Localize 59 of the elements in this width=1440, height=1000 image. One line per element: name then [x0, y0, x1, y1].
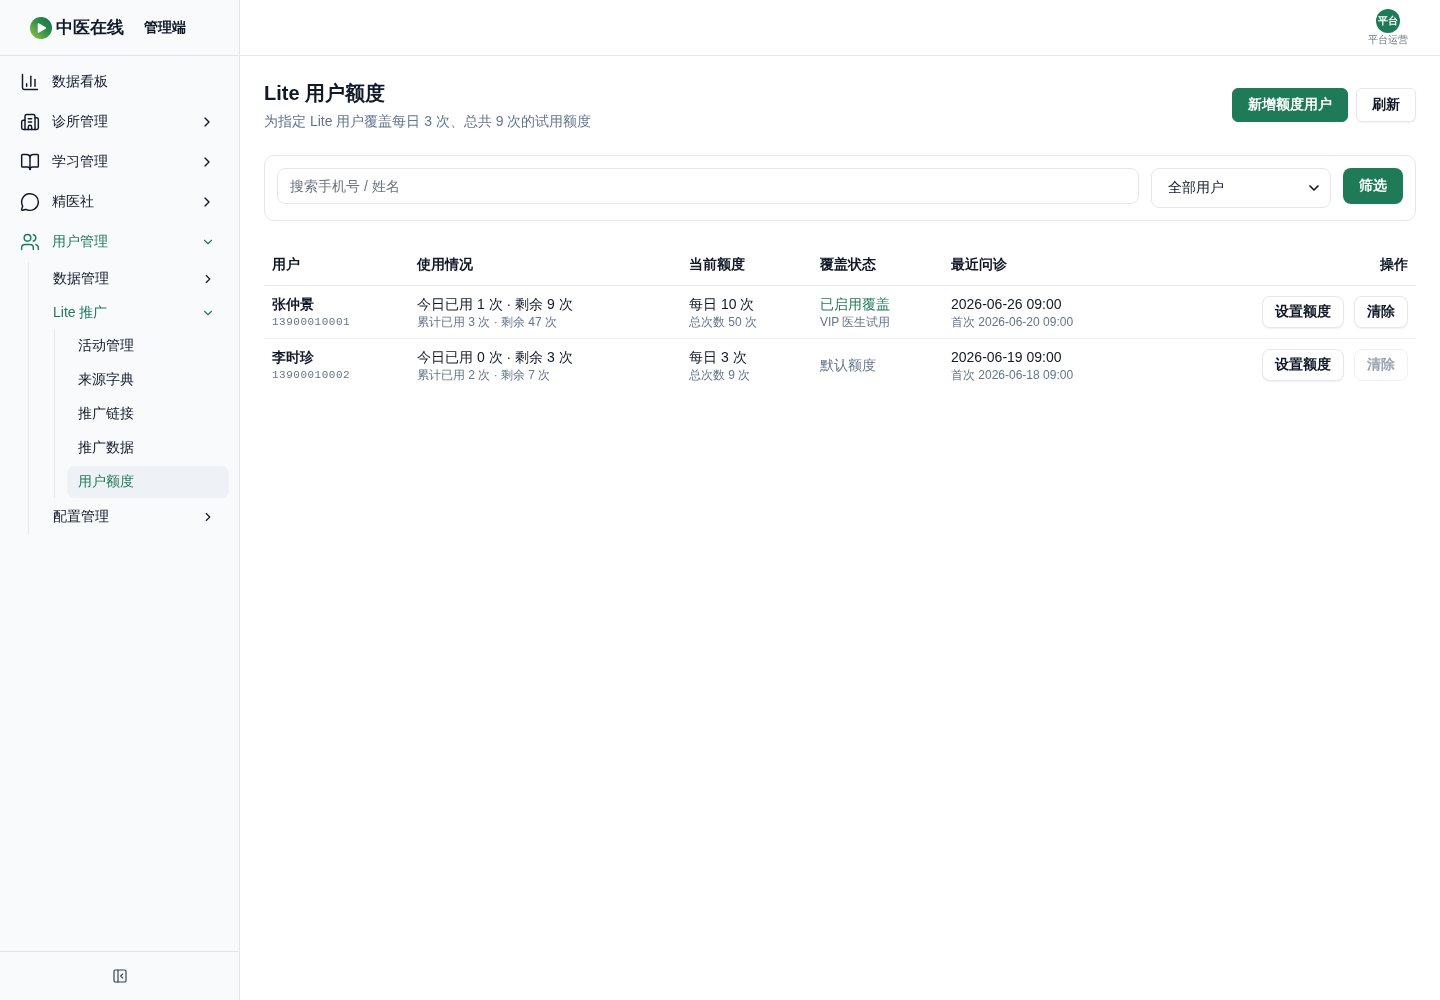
- sidebar-item[interactable]: 用户额度: [67, 466, 229, 498]
- sidebar-item[interactable]: Lite 推广: [41, 296, 229, 330]
- sidebar-item[interactable]: 精医社: [0, 182, 239, 222]
- usage-total: 累计已用 3 次 · 剩余 47 次: [417, 313, 559, 330]
- coverage-status: 已启用覆盖: [820, 294, 891, 314]
- user-name: 李时珍: [272, 347, 315, 367]
- add-button[interactable]: 新增额度用户: [1232, 88, 1348, 122]
- page-title: Lite 用户额度: [264, 81, 387, 106]
- chat-bubble-icon: [20, 192, 40, 212]
- first-visit: 首次 2026-06-18 09:00: [951, 366, 1075, 383]
- column-header: 操作: [1246, 245, 1416, 285]
- sidebar-item[interactable]: 配置管理: [41, 500, 229, 534]
- user-role: 平台运营: [1368, 34, 1408, 46]
- set-quota-button[interactable]: 设置额度: [1262, 295, 1344, 328]
- usage-total: 累计已用 2 次 · 剩余 7 次: [417, 366, 552, 383]
- sidebar-item[interactable]: 数据管理: [41, 262, 229, 296]
- sidebar-item[interactable]: 数据看板: [0, 62, 239, 102]
- play-logo-icon: [30, 16, 52, 39]
- sidebar-item[interactable]: 用户管理: [0, 222, 239, 262]
- sidebar-item[interactable]: 诊所管理: [0, 102, 239, 142]
- total-quota: 总次数 50 次: [689, 313, 758, 330]
- last-visit: 2026-06-19 09:00: [951, 347, 1063, 367]
- user-avatar[interactable]: 平台: [1376, 9, 1400, 33]
- coverage-note: VIP 医生试用: [820, 313, 892, 330]
- sidebar-item[interactable]: 推广数据: [67, 432, 229, 464]
- clear-button[interactable]: 清除: [1354, 295, 1408, 328]
- search-field[interactable]: 搜索手机号 / 姓名: [277, 168, 1139, 204]
- usage-today: 今日已用 0 次 · 剩余 3 次: [417, 347, 574, 367]
- brand-suffix: 管理端: [144, 18, 186, 37]
- daily-quota: 每日 3 次: [689, 347, 748, 367]
- phone-number: 13900010001: [272, 314, 352, 330]
- sidebar-toggle-icon[interactable]: [111, 968, 128, 984]
- sidebar-item[interactable]: 学习管理: [0, 142, 239, 182]
- page-subtitle: 为指定 Lite 用户覆盖每日 3 次、总共 9 次的试用额度: [264, 112, 592, 131]
- user-filter-select[interactable]: 全部用户: [1151, 168, 1331, 208]
- building-icon: [20, 112, 40, 132]
- column-header: 当前额度: [681, 245, 812, 285]
- first-visit: 首次 2026-06-20 09:00: [951, 313, 1075, 330]
- column-header: 最近问诊: [943, 245, 1246, 285]
- sidebar-item[interactable]: 活动管理: [67, 330, 229, 362]
- total-quota: 总次数 9 次: [689, 366, 752, 383]
- column-header: 用户: [264, 245, 409, 285]
- column-header: 覆盖状态: [812, 245, 943, 285]
- set-quota-button[interactable]: 设置额度: [1262, 348, 1344, 381]
- refresh-button[interactable]: 刷新: [1356, 88, 1416, 122]
- last-visit: 2026-06-26 09:00: [951, 294, 1063, 314]
- sidebar-item[interactable]: 来源字典: [67, 364, 229, 396]
- brand-name: 中医在线: [56, 17, 124, 39]
- filter-button[interactable]: 筛选: [1343, 168, 1403, 204]
- bar-chart-icon: [20, 72, 40, 92]
- column-header: 使用情况: [409, 245, 681, 285]
- daily-quota: 每日 10 次: [689, 294, 756, 314]
- book-icon: [20, 152, 40, 172]
- usage-today: 今日已用 1 次 · 剩余 9 次: [417, 294, 574, 314]
- sidebar-item[interactable]: 推广链接: [67, 398, 229, 430]
- phone-number: 13900010002: [272, 367, 352, 383]
- coverage-status: 默认额度: [820, 355, 877, 375]
- user-name: 张仲景: [272, 294, 315, 314]
- users-icon: [20, 232, 40, 252]
